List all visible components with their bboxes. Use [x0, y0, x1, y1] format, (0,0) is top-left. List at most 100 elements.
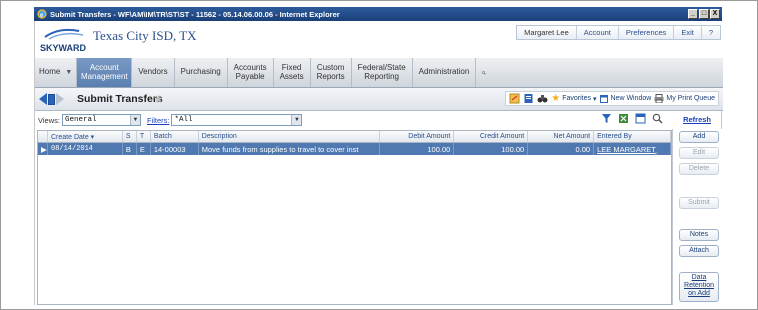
nav-accounts-payable[interactable]: Accounts Payable: [228, 58, 274, 87]
attach-button[interactable]: Attach: [679, 245, 719, 257]
views-label: Views:: [38, 115, 60, 125]
data-retention-button[interactable]: Data Retention on Add: [679, 272, 719, 302]
help-link[interactable]: ?: [700, 26, 720, 39]
user-name: Margaret Lee: [524, 28, 569, 37]
new-window-label: New Window: [610, 95, 652, 102]
svg-text:SKYWARD: SKYWARD: [40, 43, 87, 53]
filter-bar: Views: General ▼ Filters: *All ▼ Refresh: [35, 111, 723, 129]
close-button[interactable]: X: [710, 9, 720, 19]
nav-search[interactable]: [476, 58, 492, 87]
transfers-grid: Create Date ▾ S T Batch Description Debi…: [37, 130, 672, 305]
forward-arrow-icon[interactable]: [56, 93, 64, 105]
filters-link[interactable]: Filters:: [147, 116, 170, 125]
excel-export-icon[interactable]: [618, 113, 629, 124]
chevron-down-icon: ▼: [291, 115, 302, 125]
print-queue-label: My Print Queue: [666, 95, 715, 102]
back-arrow-icon[interactable]: [39, 93, 47, 105]
cell-create-date: 08/14/2014: [48, 143, 123, 155]
favorites-menu[interactable]: ★ Favorites ▾: [551, 93, 596, 104]
views-select[interactable]: General ▼: [61, 114, 141, 126]
app-header: SKYWARD Texas City ISD, TX Margaret Lee …: [35, 21, 723, 58]
chevron-up-icon[interactable]: ^: [654, 151, 659, 162]
nav-administration[interactable]: Administration: [413, 58, 477, 87]
cell-description: Move funds from supplies to travel to co…: [199, 143, 381, 155]
action-panel: Add Edit Delete Submit Notes Attach Data…: [672, 129, 723, 305]
row-expand-icon[interactable]: ▶: [38, 143, 48, 155]
internet-explorer-icon: e: [37, 9, 47, 19]
nav-fixed-assets[interactable]: Fixed Assets: [274, 58, 311, 87]
skyward-logo: SKYWARD: [40, 28, 87, 53]
printer-icon: [654, 94, 664, 103]
column-header-debit-amount[interactable]: Debit Amount: [380, 131, 455, 142]
svg-text:e: e: [40, 11, 43, 19]
search-icon: [482, 70, 487, 75]
minimize-button[interactable]: _: [688, 9, 698, 19]
nav-custom-reports[interactable]: Custom Reports: [311, 58, 352, 87]
window-controls: _ □ X: [688, 9, 720, 19]
screenshot-frame: e Submit Transfers - WF\AM\IM\TR\ST\ST -…: [0, 0, 758, 310]
main-nav: Home ▼ Account Management Vendors Purcha…: [35, 58, 723, 88]
document-icon[interactable]: [523, 93, 534, 104]
export-icon[interactable]: [509, 93, 520, 104]
favorites-star-icon: ★: [551, 93, 561, 104]
favorite-star-icon[interactable]: ★: [153, 92, 164, 106]
column-header-batch[interactable]: Batch: [151, 131, 199, 142]
nav-home-label: Home: [39, 67, 61, 77]
column-header-description[interactable]: Description: [199, 131, 381, 142]
notes-button[interactable]: Notes: [679, 229, 719, 241]
cell-debit-amount: 100.00: [380, 143, 455, 155]
nav-purchasing[interactable]: Purchasing: [175, 58, 228, 87]
page-marker-icon: [48, 93, 55, 105]
add-button[interactable]: Add: [679, 131, 719, 143]
window-titlebar: e Submit Transfers - WF\AM\IM\TR\ST\ST -…: [34, 7, 722, 21]
cell-t: E: [137, 143, 151, 155]
favorites-label: Favorites: [562, 95, 591, 102]
filter-funnel-icon[interactable]: [601, 113, 612, 124]
column-header-t[interactable]: T: [137, 131, 151, 142]
new-window-button[interactable]: New Window: [599, 94, 652, 103]
edit-button[interactable]: Edit: [679, 147, 719, 159]
filters-select[interactable]: *All ▼: [171, 114, 303, 126]
delete-button[interactable]: Delete: [679, 163, 719, 175]
app-window: SKYWARD Texas City ISD, TX Margaret Lee …: [34, 21, 723, 305]
account-link[interactable]: Account: [575, 26, 618, 39]
submit-button[interactable]: Submit: [679, 197, 719, 209]
district-name: Texas City ISD, TX: [93, 28, 197, 43]
column-header-credit-amount[interactable]: Credit Amount: [454, 131, 529, 142]
nav-home[interactable]: Home ▼: [35, 58, 78, 87]
filters-value: *All: [174, 116, 193, 124]
cell-batch: 14-00003: [151, 143, 199, 155]
new-window-icon: [599, 95, 608, 103]
page-title: Submit Transfers: [77, 93, 163, 105]
print-queue-button[interactable]: My Print Queue: [654, 94, 715, 103]
column-header-entered-by[interactable]: Entered By: [594, 131, 671, 142]
column-header-s[interactable]: S: [123, 131, 137, 142]
nav-federal-state-reporting[interactable]: Federal/State Reporting: [352, 58, 413, 87]
cell-credit-amount: 100.00: [454, 143, 529, 155]
cell-entered-by-link[interactable]: LEE MARGARET: [594, 143, 671, 155]
chevron-down-icon: ▼: [65, 68, 73, 76]
preferences-link[interactable]: Preferences: [617, 26, 673, 39]
column-header-net-amount[interactable]: Net Amount: [528, 131, 595, 142]
views-value: General: [64, 116, 97, 124]
cell-s: B: [123, 143, 137, 155]
window-title: Submit Transfers - WF\AM\IM\TR\ST\ST - 1…: [50, 9, 340, 19]
binoculars-icon[interactable]: [537, 93, 548, 104]
exit-link[interactable]: Exit: [673, 26, 701, 39]
chevron-down-icon: ▾: [592, 95, 597, 103]
chevron-down-icon: ▼: [129, 115, 140, 125]
zoom-icon[interactable]: [652, 113, 663, 124]
grid-header-row: Create Date ▾ S T Batch Description Debi…: [38, 131, 671, 143]
nav-vendors[interactable]: Vendors: [132, 58, 175, 87]
refresh-link[interactable]: Refresh: [683, 115, 711, 124]
user-toolbar: Margaret Lee Account Preferences Exit ?: [516, 25, 721, 40]
maximize-button[interactable]: □: [699, 9, 709, 19]
page-nav-arrows: [39, 93, 64, 105]
table-row[interactable]: ▶ 08/14/2014 B E 14-00003 Move funds fro…: [38, 143, 671, 155]
cell-net-amount: 0.00: [528, 143, 595, 155]
page-toolbar: Submit Transfers ★ ★ Favorites ▾ New Win…: [35, 88, 723, 111]
columns-icon[interactable]: [635, 113, 646, 124]
toolbar-actions: ★ Favorites ▾ New Window My Print Queue: [505, 91, 719, 106]
nav-account-management[interactable]: Account Management: [77, 58, 133, 87]
column-header-create-date[interactable]: Create Date ▾: [48, 131, 123, 142]
